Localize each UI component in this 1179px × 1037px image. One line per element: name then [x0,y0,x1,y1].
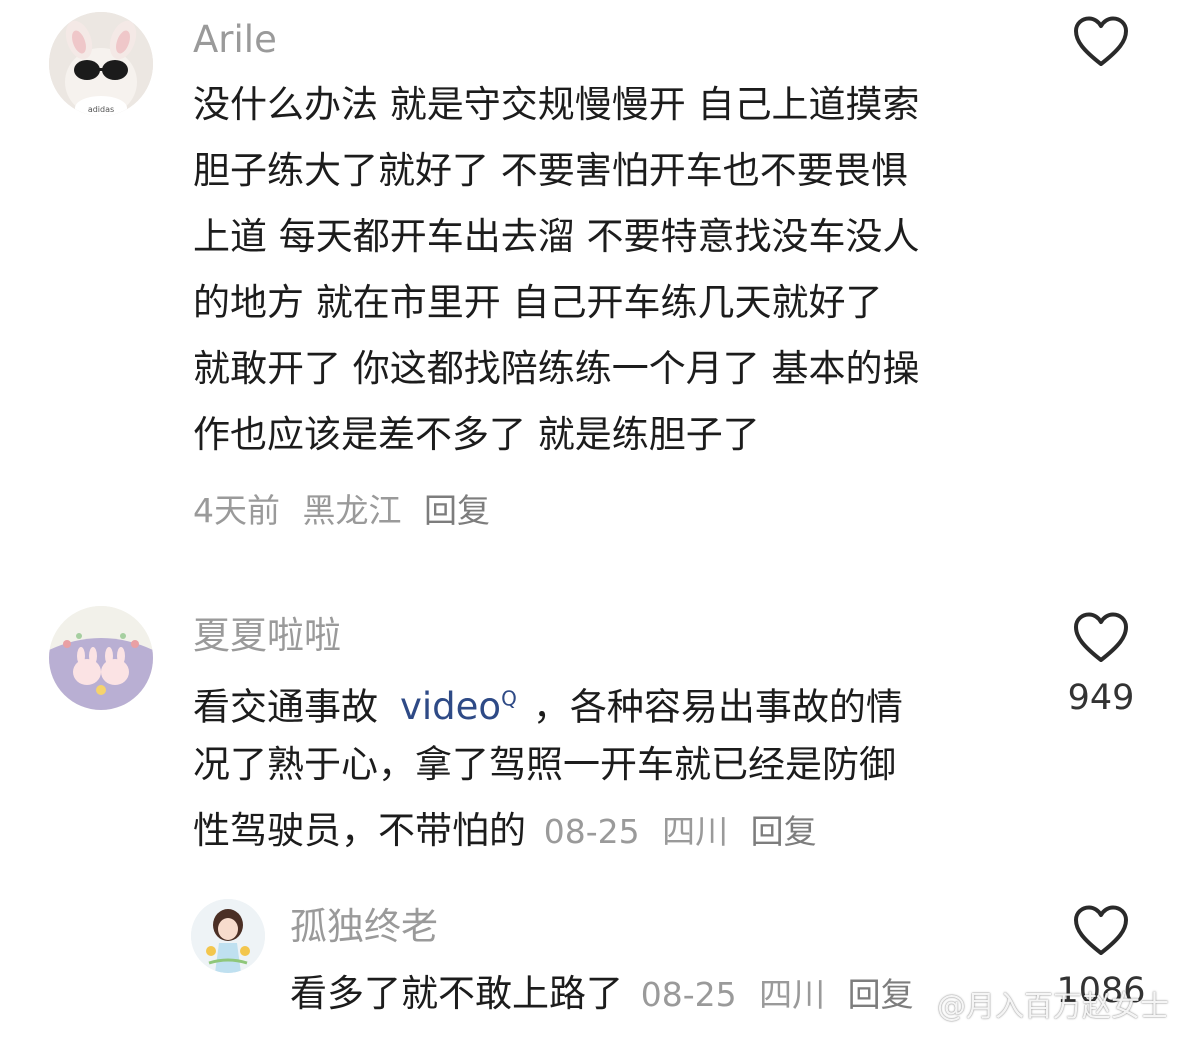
comment-line: 就敢开了 你这都找陪练练一个月了 基本的操 [193,347,920,390]
avatar[interactable] [191,899,265,973]
comment-meta: 08-25 四川 回复 [641,975,926,1014]
avatar-image: adidas [49,12,153,116]
username[interactable]: Arile [193,18,277,62]
username[interactable]: 孤独终老 [290,905,438,949]
comment-line: 况了熟于心，拿了驾照一开车就已经是防御 [193,743,896,786]
comment-location: 黑龙江 [302,491,402,530]
comment-text-segment: 性驾驶员，不带怕的 [193,809,526,852]
reply-button[interactable]: 回复 [424,491,490,530]
comment-text-segment: 看交通事故 [193,685,378,729]
avatar-image [49,606,153,710]
comment-line: 上道 每天都开车出去溜 不要特意找没车没人 [193,215,920,258]
comment-line: 胆子练大了就好了 不要害怕开车也不要畏惧 [193,149,908,192]
comment-line: 性驾驶员，不带怕的 08-25 四川 回复 [193,798,903,864]
svg-text:adidas: adidas [88,105,114,114]
search-link-text: video [400,685,502,729]
reply-button[interactable]: 回复 [848,975,914,1014]
comment-time: 08-25 [640,975,737,1014]
comment-location: 四川 [759,975,826,1014]
comment-item: adidas Arile 没什么办法 就是守交规慢慢开 自己上道摸索 胆子练大了… [0,0,1179,560]
reply-button[interactable]: 回复 [751,812,817,851]
comment-text: 看交通事故 videoQ ，各种容易出事故的情 况了熟于心，拿了驾照一开车就已经是防… [193,666,903,864]
avatar[interactable]: adidas [49,12,153,116]
heart-icon[interactable] [1073,16,1129,68]
like-count: 949 [1067,678,1135,718]
comment-text-segment: ，各种容易出事故的情 [532,685,903,729]
comment-location: 四川 [662,812,729,851]
username[interactable]: 夏夏啦啦 [193,614,341,658]
comment-line: 没什么办法 就是守交规慢慢开 自己上道摸索 [193,83,920,126]
search-icon: Q [501,687,517,711]
comment-meta: 4天前 黑龙江 回复 [193,484,502,532]
comment-line: 的地方 就在市里开 自己开车练几天就好了 [193,281,883,324]
comment-line: 作也应该是差不多了 就是练胆子了 [193,413,760,456]
comment-line: 看多了就不敢上路了 08-25 四川 回复 [290,961,926,1027]
heart-icon[interactable] [1073,905,1129,957]
search-link[interactable]: videoQ [400,685,517,728]
comment-text: 没什么办法 就是守交规慢慢开 自己上道摸索 胆子练大了就好了 不要害怕开车也不要… [193,72,920,468]
watermark: @月入百万赵女士 [936,989,1169,1023]
heart-icon[interactable] [1073,612,1129,664]
comment-line: 看交通事故 videoQ ，各种容易出事故的情 [193,666,903,732]
comment-time: 4天前 [193,491,280,530]
comment-time: 08-25 [543,812,640,851]
comment-meta: 08-25 四川 回复 [544,812,829,851]
comment-text-segment: 看多了就不敢上路了 [290,972,623,1015]
comment-item: 夏夏啦啦 看交通事故 videoQ ，各种容易出事故的情 况了熟于心，拿了驾照一开车… [0,600,1179,880]
avatar[interactable] [49,606,153,710]
comment-text: 看多了就不敢上路了 08-25 四川 回复 [290,961,926,1027]
avatar-image [191,899,265,973]
